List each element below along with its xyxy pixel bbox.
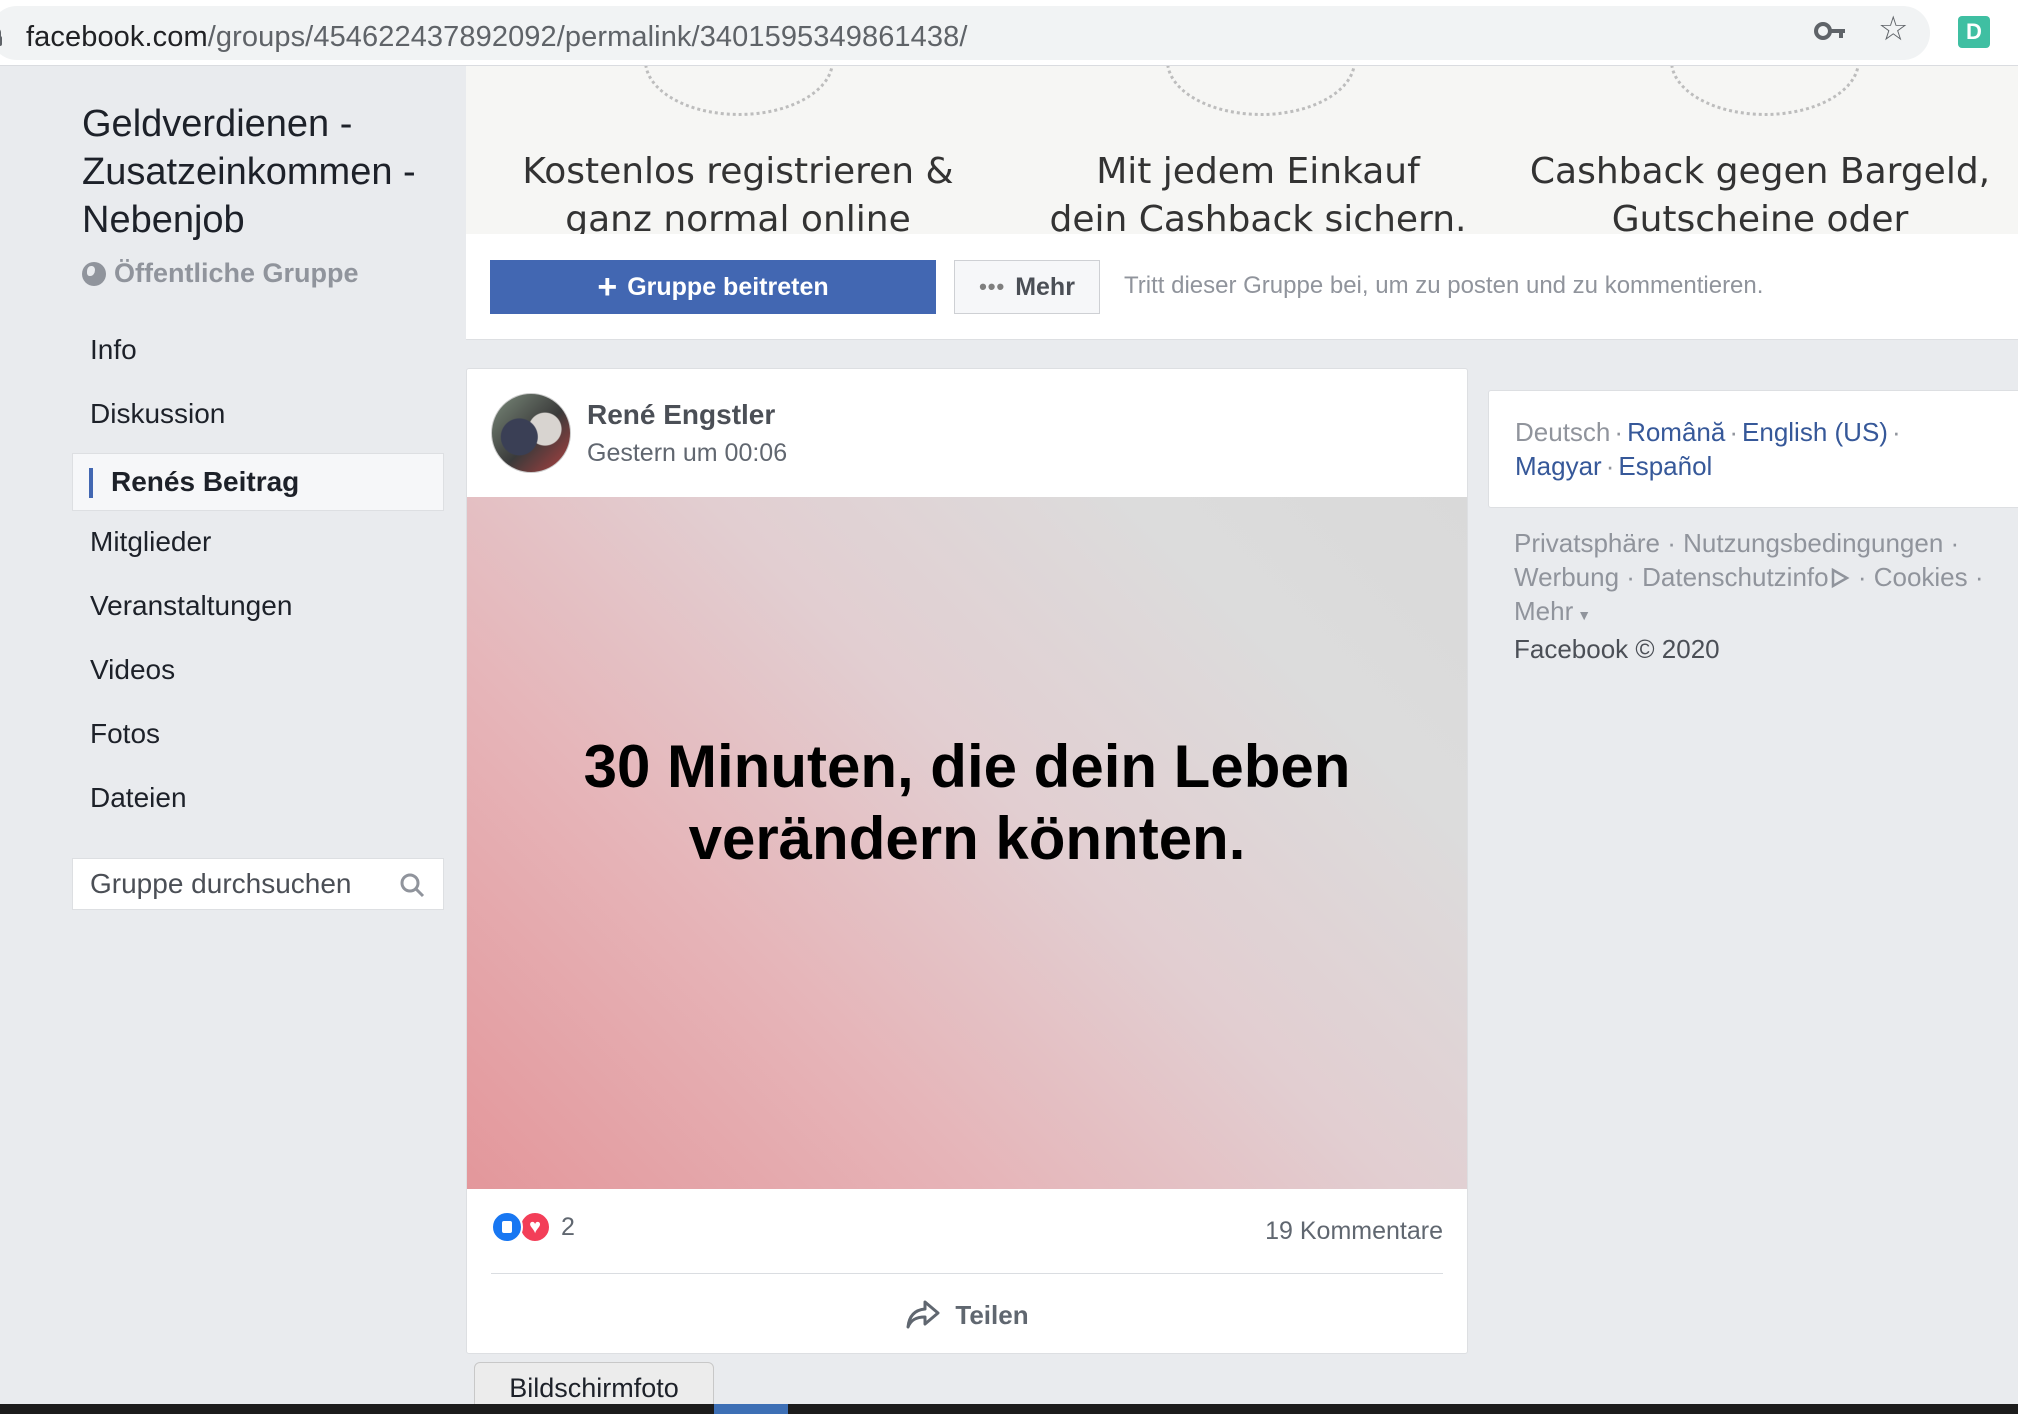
post-card: René Engstler Gestern um 00:06 30 Minute… xyxy=(466,368,1468,1354)
group-action-bar: + Gruppe beitreten ••• Mehr Tritt dieser… xyxy=(466,234,2018,340)
cover-caption: Mit jedem Einkauf dein Cashback sichern. xyxy=(1049,151,1467,234)
group-name[interactable]: Geldverdienen - Zusatzeinkommen - Nebenj… xyxy=(82,100,452,244)
nav-item-post[interactable]: Renés Beitrag xyxy=(72,453,444,511)
share-icon xyxy=(906,1300,940,1329)
group-search xyxy=(72,858,444,910)
page-footer: Privatsphäre · Nutzungsbedingungen · Wer… xyxy=(1514,526,2014,666)
extension-icon[interactable]: D xyxy=(1958,16,1990,48)
language-selector: Deutsch · Română · English (US) · Magyar · Espa… xyxy=(1488,390,2018,508)
lock-icon[interactable] xyxy=(0,28,2,46)
language-romanian[interactable]: Română xyxy=(1627,417,1725,447)
bottom-strip xyxy=(0,1404,2018,1414)
reaction-count: 2 xyxy=(561,1212,575,1241)
plus-icon: + xyxy=(597,268,618,306)
nav-item-files[interactable]: Dateien xyxy=(72,770,444,834)
key-icon[interactable] xyxy=(1814,14,1848,48)
bookmark-star-icon[interactable]: ☆ xyxy=(1878,12,1908,46)
nav-item-events[interactable]: Veranstaltungen xyxy=(72,578,444,642)
cover-decoration xyxy=(1670,66,1860,116)
cover-caption: Kostenlos registrieren & ganz normal onli… xyxy=(522,151,954,234)
join-group-button[interactable]: + Gruppe beitreten xyxy=(490,260,936,314)
comments-count[interactable]: 19 Kommentare xyxy=(1265,1217,1443,1246)
reactions-summary[interactable]: ♥ 2 xyxy=(491,1211,575,1243)
footer-link-cookies[interactable]: Cookies xyxy=(1874,562,1968,592)
post-author[interactable]: René Engstler xyxy=(587,399,775,431)
group-search-input[interactable] xyxy=(73,859,383,909)
footer-more-link[interactable]: Mehr xyxy=(1514,596,1573,626)
join-group-label: Gruppe beitreten xyxy=(627,272,829,301)
post-timestamp[interactable]: Gestern um 00:06 xyxy=(587,439,787,468)
cover-image: Kostenlos registrieren & ganz normal onli… xyxy=(466,66,2018,234)
nav-item-members[interactable]: Mitglieder xyxy=(72,514,444,578)
group-privacy-label: Öffentliche Gruppe xyxy=(114,258,359,288)
footer-copyright: Facebook © 2020 xyxy=(1514,634,1720,664)
group-nav: Info Diskussion Renés Beitrag Mitglieder… xyxy=(72,322,444,834)
nav-item-videos[interactable]: Videos xyxy=(72,642,444,706)
more-dots-icon: ••• xyxy=(979,274,1006,299)
adchoices-icon[interactable] xyxy=(1829,567,1851,589)
cover-decoration xyxy=(644,66,834,116)
cover-caption: Cashback gegen Bargeld, Gutscheine oder xyxy=(1529,151,1991,234)
footer-link-ads[interactable]: Werbung xyxy=(1514,562,1619,592)
love-reaction-icon: ♥ xyxy=(519,1211,551,1243)
language-hungarian[interactable]: Magyar xyxy=(1515,451,1602,481)
more-button[interactable]: ••• Mehr xyxy=(954,260,1100,314)
language-spanish[interactable]: Español xyxy=(1618,451,1712,481)
footer-link-privacy[interactable]: Privatsphäre xyxy=(1514,528,1660,558)
globe-icon xyxy=(82,261,106,286)
url-field[interactable]: facebook.com/groups/454622437892092/perm… xyxy=(0,6,1930,60)
group-privacy: Öffentliche Gruppe xyxy=(82,258,359,289)
share-button[interactable]: Teilen xyxy=(467,1277,1467,1353)
more-label: Mehr xyxy=(1015,272,1075,301)
join-hint: Tritt dieser Gruppe bei, um zu posten un… xyxy=(1124,272,1764,299)
post-image[interactable]: 30 Minuten, die dein Leben verändern könn… xyxy=(467,497,1467,1189)
post-image-text: 30 Minuten, die dein Leben verändern könn… xyxy=(583,733,1351,872)
nav-item-discussion[interactable]: Diskussion xyxy=(72,386,444,450)
search-icon[interactable] xyxy=(399,872,425,898)
footer-link-terms[interactable]: Nutzungsbedingungen xyxy=(1683,528,1943,558)
browser-address-bar: facebook.com/groups/454622437892092/perm… xyxy=(0,0,2018,66)
nav-item-photos[interactable]: Fotos xyxy=(72,706,444,770)
divider xyxy=(491,1273,1443,1274)
language-english[interactable]: English (US) xyxy=(1742,417,1888,447)
language-row: Deutsch · Română · English (US) · xyxy=(1515,417,1901,447)
author-avatar[interactable] xyxy=(491,393,571,473)
footer-link-adchoices[interactable]: Datenschutzinfo xyxy=(1642,562,1828,592)
cover-decoration xyxy=(1166,66,1356,116)
url-text[interactable]: facebook.com/groups/454622437892092/perm… xyxy=(26,21,968,54)
language-row: Magyar · Español xyxy=(1515,451,1713,481)
nav-item-info[interactable]: Info xyxy=(72,322,444,386)
share-label: Teilen xyxy=(955,1299,1029,1330)
caret-down-icon[interactable]: ▼ xyxy=(1577,607,1591,623)
like-reaction-icon xyxy=(491,1211,523,1243)
language-current: Deutsch xyxy=(1515,417,1611,447)
